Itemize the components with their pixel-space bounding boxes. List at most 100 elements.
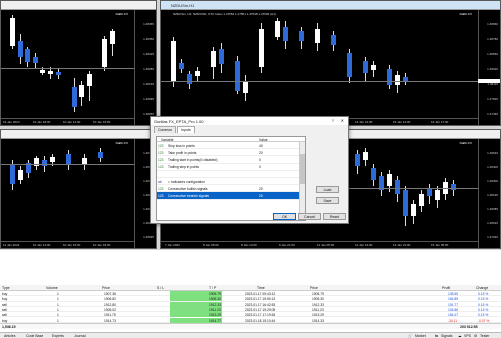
price-label: 1.48300 [487, 179, 498, 183]
input-value[interactable]: 20 [259, 151, 263, 155]
candle [211, 51, 216, 67]
price-label: 1.48350 [143, 37, 154, 41]
terminal-gap [0, 250, 501, 285]
chart-title-bar[interactable] [1, 130, 156, 139]
ok-button[interactable]: OK [273, 213, 296, 220]
reset-button[interactable]: Reset [323, 213, 346, 220]
input-row[interactable]: 123 Trailing step in points 0 [157, 164, 299, 171]
input-name: Consecutive bearish signals [168, 193, 210, 198]
time-label: 11 Jan 05:00 [317, 243, 335, 247]
tab-inputs[interactable]: Inputs [177, 126, 195, 133]
candle [40, 70, 45, 73]
header-price[interactable]: Price [102, 286, 110, 290]
tab-signals[interactable]: Signals [441, 334, 452, 338]
candle [195, 71, 200, 76]
candle [48, 71, 53, 74]
candle [347, 53, 352, 77]
chart-window-nzdusd-h1[interactable]: NZDUSm,H1 NZDUSm, H1: NZD/USD, OTC Index… [160, 0, 501, 126]
help-icon[interactable]: ? [332, 118, 334, 123]
candle [299, 31, 304, 41]
candle [98, 152, 103, 158]
close-icon[interactable]: ✕ [341, 118, 344, 123]
input-name: = Indicators configuration [168, 179, 205, 184]
header-volume[interactable]: Volume [46, 286, 58, 290]
price-label: 1.48160 [143, 82, 154, 86]
candle [10, 18, 15, 46]
input-row[interactable]: 123 Take profit in points 20 [157, 149, 299, 157]
tab-common[interactable]: Common [154, 126, 177, 133]
tab-experts[interactable]: Experts [52, 334, 64, 338]
header-tp[interactable]: T / P [209, 286, 216, 290]
trade-tp: 1914.77 [209, 318, 221, 323]
candle [363, 152, 368, 160]
input-row[interactable]: 123 Stop loss in points 40 [157, 142, 299, 150]
trade-row[interactable]: buy 1 1914.73 1914.77 2023.01.18 15:10:44 191… [0, 317, 501, 323]
time-label: 15 Jan 13:00 [393, 120, 411, 124]
price-axis: 1.48365 1.48350 1.48325 1.48285 1.48160 … [134, 10, 156, 125]
tab-articles[interactable]: Articles [4, 334, 15, 338]
numeric-type-icon: 123 [158, 186, 164, 191]
input-value[interactable]: 0 [259, 165, 261, 169]
price-label: 1.48780 [487, 37, 498, 41]
price-label: 1.48095 [143, 97, 154, 101]
header-sl[interactable]: S / L [157, 286, 164, 290]
tab-vps[interactable]: VPS [464, 334, 471, 338]
header-type[interactable]: Type [2, 286, 10, 290]
candle [110, 31, 115, 44]
current-price-tag [478, 79, 500, 83]
save-button[interactable]: Save [316, 197, 339, 204]
dialog-title-bar[interactable]: Gurillas FX_EPTA_Pro 1.00 ? ✕ [151, 117, 348, 125]
tester-icon: ⚙ [474, 334, 478, 338]
time-label: 10 Jan 15:00 [63, 243, 81, 247]
chart-title-bar[interactable] [1, 1, 156, 10]
tab-journal[interactable]: Journal [74, 334, 85, 338]
price-label: 1.48320 [487, 67, 498, 71]
signals-icon: ⇆ [435, 334, 438, 338]
input-value[interactable]: 20 [259, 187, 263, 191]
candle [363, 61, 368, 73]
price-label: 1.48640 [487, 151, 498, 155]
input-row[interactable] [157, 171, 299, 178]
header-time[interactable]: Time [257, 286, 265, 290]
candle [275, 21, 280, 37]
time-axis: 7 Jan 2023 8 Jan 05:00 8 Jan 13:00 9 Jan… [161, 241, 478, 248]
numeric-type-icon: 123 [158, 157, 164, 162]
candle [331, 35, 336, 45]
input-name: Trailing start in points(0=disabled) [168, 157, 218, 162]
chart-symbol-info: NZDUSm, H1: NZD/USD, OTC Index 1.47554 1… [173, 12, 276, 16]
chart-author-label: Dalfin FX [115, 12, 128, 16]
chart-title-bar[interactable]: NZDUSm,H1 [161, 1, 500, 10]
candle [10, 164, 15, 184]
input-row[interactable]: 123 Consecutive bullish signals 20 [157, 185, 299, 193]
input-value[interactable]: 20 [259, 194, 263, 198]
time-label: 10 Jan 14:00 [63, 120, 81, 124]
candle [219, 49, 224, 64]
candle [18, 41, 23, 57]
tab-code-base[interactable]: Code Base [26, 334, 43, 338]
scrollbar-thumb[interactable] [299, 154, 305, 184]
candle [243, 81, 248, 93]
header-price-current[interactable]: Price [310, 286, 318, 290]
trade-profit: -34.11 [448, 318, 458, 323]
chart-author-label: Dalfin FX [459, 12, 472, 16]
tab-market[interactable]: Market [415, 334, 426, 338]
time-label: 9 Jan 21:00 [279, 243, 295, 247]
input-row[interactable]: ab = Indicators configuration [157, 178, 299, 186]
candle [259, 29, 264, 67]
header-change[interactable]: Change [476, 286, 488, 290]
input-row-selected[interactable]: 123 Consecutive bearish signals 20 [157, 192, 299, 200]
header-profit[interactable]: Profit [442, 286, 450, 290]
chart-window-top-left[interactable]: Dalfin FX 1.48365 1.48350 1.48325 1.4828… [0, 0, 157, 126]
price-label: 1.48560 [487, 52, 498, 56]
vertical-scrollbar[interactable] [299, 142, 305, 220]
time-label: 15 Jan 05:00 [431, 243, 449, 247]
chart-window-bottom-left[interactable]: Dalfin FX 1.48420 1.48355 1.48310 1.4824… [0, 129, 157, 249]
input-row[interactable]: 123 Trailing start in points(0=disabled) 0 [157, 156, 299, 164]
time-label: 10 Jan 18:00 [93, 243, 111, 247]
input-value[interactable]: 40 [259, 144, 263, 148]
price-label: 1.48400 [487, 165, 498, 169]
input-value[interactable]: 0 [259, 158, 261, 162]
tab-tester[interactable]: Tester [480, 334, 490, 338]
cancel-button[interactable]: Cancel [298, 213, 321, 220]
load-button[interactable]: Load [316, 186, 339, 193]
